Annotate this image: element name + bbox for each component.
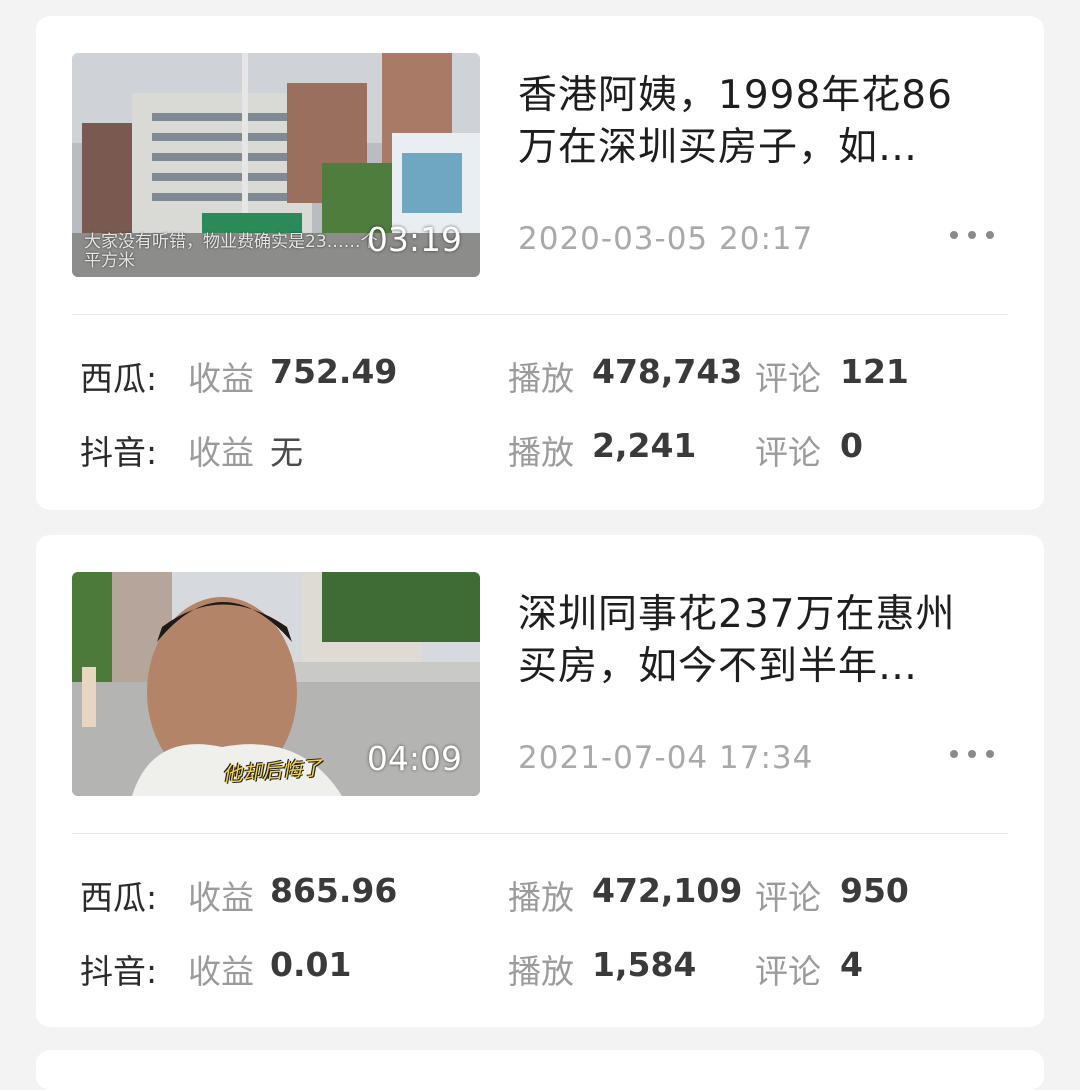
publish-date: 2020-03-05 20:17: [518, 221, 814, 257]
comment-count: 4: [840, 945, 863, 984]
play-count: 478,743: [592, 352, 743, 391]
more-horizontal-icon[interactable]: [950, 229, 994, 241]
comment-label: 评论: [755, 878, 821, 917]
income-label: 收益: [188, 359, 254, 398]
platform-label: 抖音:: [80, 952, 158, 991]
play-label: 播放: [508, 878, 574, 917]
more-horizontal-icon[interactable]: [950, 748, 994, 760]
video-duration: 03:19: [366, 220, 462, 259]
play-count: 472,109: [592, 871, 743, 910]
stats-row-xigua: 西瓜: 收益 752.49 播放 478,743 评论 121: [80, 352, 1008, 400]
video-card[interactable]: [36, 1050, 1044, 1090]
thumbnail-caption: 大家没有听错，物业费确实是23……个平方米: [84, 232, 378, 271]
play-label: 播放: [508, 952, 574, 991]
comment-label: 评论: [755, 433, 821, 472]
video-thumbnail[interactable]: 大家没有听错，物业费确实是23……个平方米 03:19: [72, 53, 480, 277]
play-label: 播放: [508, 433, 574, 472]
video-duration: 04:09: [366, 739, 462, 778]
divider: [72, 833, 1008, 834]
platform-label: 西瓜:: [80, 878, 158, 917]
video-title-line: 深圳同事花237万在惠州: [518, 592, 956, 637]
income-value: 无: [270, 433, 303, 472]
income-label: 收益: [188, 952, 254, 991]
income-label: 收益: [188, 878, 254, 917]
video-title-line: 万在深圳买房子，如…: [518, 125, 919, 170]
income-value: 865.96: [270, 871, 398, 910]
publish-date: 2021-07-04 17:34: [518, 740, 814, 776]
platform-label: 抖音:: [80, 433, 158, 472]
video-thumbnail[interactable]: 他却后悔了 04:09: [72, 572, 480, 796]
comment-count: 950: [840, 871, 909, 910]
comment-label: 评论: [755, 359, 821, 398]
comment-label: 评论: [755, 952, 821, 991]
video-title-line: 买房，如今不到半年…: [518, 644, 919, 689]
comment-count: 0: [840, 426, 863, 465]
play-count: 2,241: [592, 426, 697, 465]
video-title[interactable]: 深圳同事花237万在惠州 买房，如今不到半年…: [518, 589, 1008, 693]
stats-row-xigua: 西瓜: 收益 865.96 播放 472,109 评论 950: [80, 871, 1008, 919]
play-label: 播放: [508, 359, 574, 398]
divider: [72, 314, 1008, 315]
stats-row-douyin: 抖音: 收益 无 播放 2,241 评论 0: [80, 426, 1008, 474]
income-value: 0.01: [270, 945, 352, 984]
income-label: 收益: [188, 433, 254, 472]
income-value: 752.49: [270, 352, 398, 391]
comment-count: 121: [840, 352, 909, 391]
play-count: 1,584: [592, 945, 697, 984]
video-title[interactable]: 香港阿姨，1998年花86 万在深圳买房子，如…: [518, 70, 1008, 174]
platform-label: 西瓜:: [80, 359, 158, 398]
video-title-line: 香港阿姨，1998年花86: [518, 73, 953, 118]
video-card[interactable]: 他却后悔了 04:09 深圳同事花237万在惠州 买房，如今不到半年… 2021…: [36, 535, 1044, 1027]
video-card[interactable]: 大家没有听错，物业费确实是23……个平方米 03:19 香港阿姨，1998年花8…: [36, 16, 1044, 510]
stats-row-douyin: 抖音: 收益 0.01 播放 1,584 评论 4: [80, 945, 1008, 993]
